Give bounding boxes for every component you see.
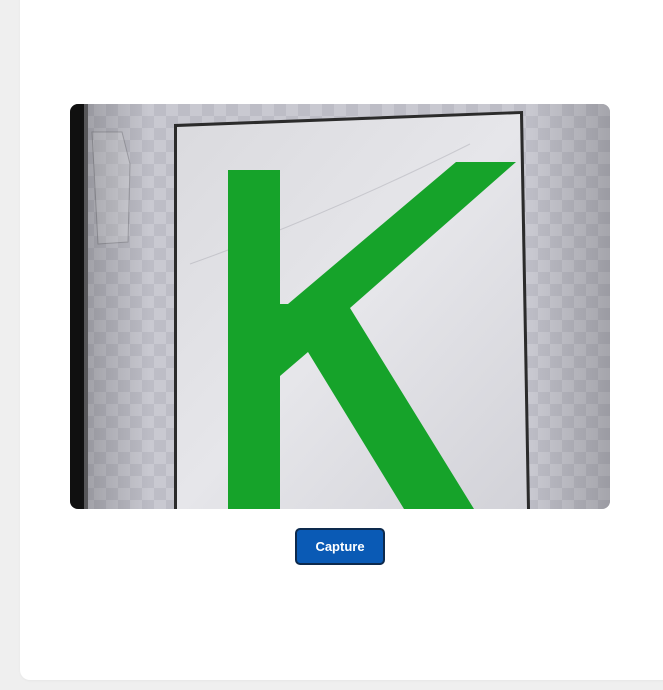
- camera-feed-image: [70, 104, 610, 509]
- camera-preview: [70, 104, 610, 509]
- capture-button[interactable]: Capture: [295, 528, 385, 565]
